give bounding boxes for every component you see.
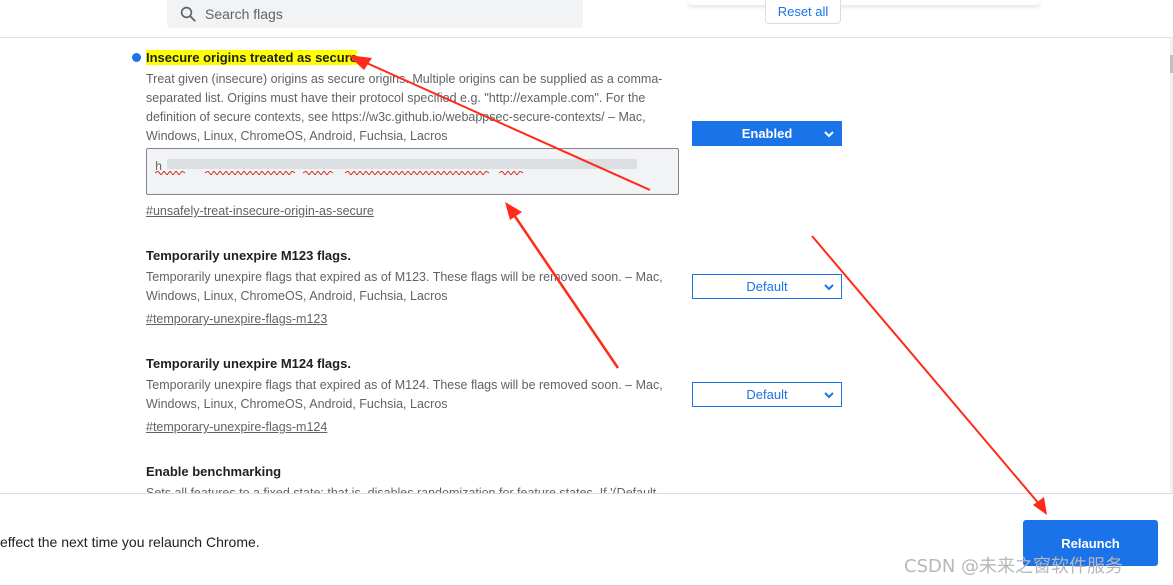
search-icon [180,6,196,22]
search-box[interactable] [167,0,583,28]
insecure-origins-textarea[interactable]: h [146,148,679,195]
experiment-title: Insecure origins treated as secure [146,50,846,66]
select-value: Default [746,279,788,294]
experiment-description: Temporarily unexpire flags that expired … [146,378,663,411]
header-panel-shadow [688,0,1040,5]
arrow-to-relaunch [811,235,1047,515]
reset-all-button[interactable]: Reset all [765,0,841,24]
chevron-down-icon [824,131,834,138]
redacted-text [167,159,637,169]
experiment-description: Sets all features to a fixed state; that… [146,486,657,493]
select-value: Enabled [741,126,793,141]
experiment-link-unexpire-m123[interactable]: #temporary-unexpire-flags-m123 [146,312,327,326]
experiment-description: Temporarily unexpire flags that expired … [146,270,663,303]
experiment-link-insecure-origins[interactable]: #unsafely-treat-insecure-origin-as-secur… [146,204,374,218]
state-select-unexpire-m123[interactable]: Default [692,274,842,299]
modified-dot-icon [132,53,141,62]
experiment-benchmarking: Enable benchmarking Sets all features to… [146,464,846,493]
spellcheck-underline [155,171,524,175]
experiment-title: Enable benchmarking [146,464,282,479]
flags-header: Reset all [0,0,1173,38]
experiment-title: Temporarily unexpire M123 flags. [146,248,351,263]
chevron-down-icon [824,284,834,291]
highlighted-title: Insecure origins treated as secure [146,50,357,65]
select-value: Default [746,387,788,402]
watermark: CSDN @未来之窗软件服务 [904,556,1124,577]
state-select-insecure-origins[interactable]: Enabled [692,121,842,146]
experiment-description: Treat given (insecure) origins as secure… [146,72,663,143]
state-select-unexpire-m124[interactable]: Default [692,382,842,407]
search-input[interactable] [205,6,565,22]
experiment-title: Temporarily unexpire M124 flags. [146,356,351,371]
chevron-down-icon [824,392,834,399]
experiment-link-unexpire-m124[interactable]: #temporary-unexpire-flags-m124 [146,420,327,434]
relaunch-message: effect the next time you relaunch Chrome… [0,534,260,550]
